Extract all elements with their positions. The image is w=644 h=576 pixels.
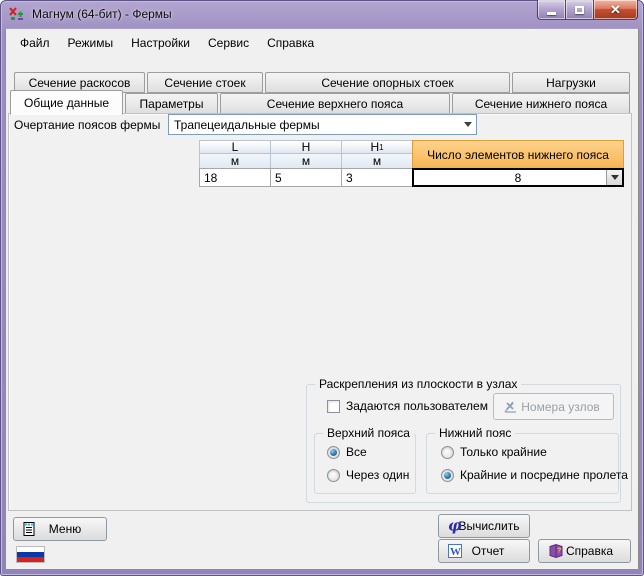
- maximize-button[interactable]: [566, 0, 594, 20]
- lower-edges-midspan-radio[interactable]: [441, 469, 454, 482]
- truss-outline-label: Очертание поясов фермы: [14, 118, 160, 132]
- tab-posts-section[interactable]: Сечение стоек: [147, 72, 263, 93]
- report-button-label: Отчет: [472, 544, 505, 558]
- chevron-down-icon[interactable]: [606, 170, 622, 185]
- compute-button-label: Вычислить: [458, 519, 519, 533]
- minimize-button[interactable]: [537, 0, 566, 20]
- svg-text:?: ?: [557, 548, 561, 555]
- truss-outline-value: Трапецеидальные фермы: [174, 118, 320, 132]
- node-numbers-button[interactable]: Номера узлов: [493, 393, 614, 420]
- lower-edges-midspan-label: Крайние и посредине пролета: [460, 468, 628, 482]
- col-header-L: L: [199, 140, 271, 154]
- unit-H: м: [270, 153, 342, 169]
- col-header-H1: H1: [341, 140, 413, 154]
- svg-text:W: W: [450, 546, 461, 558]
- titlebar[interactable]: Магнум (64-бит) - Фермы ✕: [0, 0, 644, 28]
- upper-all-label: Все: [346, 445, 367, 459]
- lower-chord-groupbox: Нижний пояс Только крайние Крайние и пос…: [426, 433, 619, 494]
- help-button-label: Справка: [566, 544, 613, 558]
- col-header-H: H: [270, 140, 342, 154]
- tab-general-data[interactable]: Общие данные: [10, 90, 123, 115]
- tab-bottom-chord-section[interactable]: Сечение нижнего пояса: [452, 93, 630, 114]
- upper-every-other-radio[interactable]: [327, 469, 340, 482]
- maximize-icon: [575, 6, 584, 14]
- unit-H1: м: [341, 153, 413, 169]
- app-icon: [9, 6, 25, 22]
- radio-row: Только крайние: [441, 445, 547, 459]
- tab-loads[interactable]: Нагрузки: [512, 72, 630, 93]
- tab-top-chord-section[interactable]: Сечение верхнего пояса: [220, 93, 450, 114]
- report-button[interactable]: W Отчет: [438, 539, 530, 563]
- node-numbers-label: Номера узлов: [521, 400, 600, 414]
- tab-support-posts-section[interactable]: Сечение опорных стоек: [265, 72, 510, 93]
- menu-button[interactable]: Меню: [13, 517, 107, 541]
- lower-only-edges-label: Только крайние: [460, 445, 547, 459]
- window-title: Магнум (64-бит) - Фермы: [32, 7, 172, 21]
- elements-count-combobox[interactable]: 8: [412, 168, 624, 187]
- menu-help[interactable]: Справка: [258, 33, 323, 53]
- menu-button-label: Меню: [49, 522, 81, 536]
- word-report-icon: W: [448, 544, 462, 558]
- user-defined-row: Задаются пользователем: [327, 399, 488, 413]
- truss-outline-combobox[interactable]: Трапецеидальные фермы: [168, 114, 477, 135]
- lower-chord-title: Нижний пояс: [435, 426, 515, 440]
- chevron-down-icon: [464, 122, 472, 131]
- upper-every-other-label: Через один: [346, 468, 409, 482]
- menu-modes[interactable]: Режимы: [59, 33, 123, 53]
- value-L[interactable]: 18: [199, 168, 271, 187]
- menu-settings[interactable]: Настройки: [122, 33, 199, 53]
- radio-row: Все: [327, 445, 367, 459]
- minimize-icon: [547, 12, 556, 15]
- value-H1[interactable]: 3: [341, 168, 413, 187]
- russian-flag-icon: [16, 546, 45, 563]
- upper-all-radio[interactable]: [327, 446, 340, 459]
- bracing-group-title: Раскрепления из плоскости в узлах: [315, 377, 521, 391]
- screenshot-stage: Магнум (64-бит) - Фермы ✕ Файл Режимы На…: [0, 0, 644, 576]
- elements-count-header: Число элементов нижнего пояса: [412, 140, 624, 169]
- radio-row: Через один: [327, 468, 409, 482]
- menu-bar: Файл Режимы Настройки Сервис Справка: [11, 32, 323, 53]
- radio-row: Крайние и посредине пролета: [441, 468, 628, 482]
- elements-count-value: 8: [515, 171, 522, 185]
- user-defined-label: Задаются пользователем: [346, 399, 488, 413]
- unit-L: м: [199, 153, 271, 169]
- window-controls: ✕: [537, 0, 638, 20]
- bracing-groupbox: Раскрепления из плоскости в узлах Задают…: [306, 384, 621, 503]
- help-book-icon: ?: [548, 544, 564, 559]
- node-numbers-icon: [503, 399, 519, 415]
- close-icon: ✕: [610, 3, 621, 16]
- compute-button[interactable]: φ Вычислить: [438, 514, 530, 538]
- close-button[interactable]: ✕: [594, 0, 638, 20]
- user-defined-checkbox[interactable]: [327, 400, 340, 413]
- tab-parameters[interactable]: Параметры: [125, 93, 218, 114]
- phi-icon: φ: [448, 519, 462, 534]
- menu-file[interactable]: Файл: [11, 33, 59, 53]
- help-button[interactable]: ? Справка: [538, 539, 631, 563]
- menu-service[interactable]: Сервис: [199, 33, 258, 53]
- upper-chord-groupbox: Верхний пояса Все Через один: [314, 433, 416, 494]
- value-H[interactable]: 5: [270, 168, 342, 187]
- upper-chord-title: Верхний пояса: [323, 426, 414, 440]
- lower-only-edges-radio[interactable]: [441, 446, 454, 459]
- app-window: Магнум (64-бит) - Фермы ✕ Файл Режимы На…: [0, 0, 644, 576]
- menu-window-icon: [23, 522, 38, 537]
